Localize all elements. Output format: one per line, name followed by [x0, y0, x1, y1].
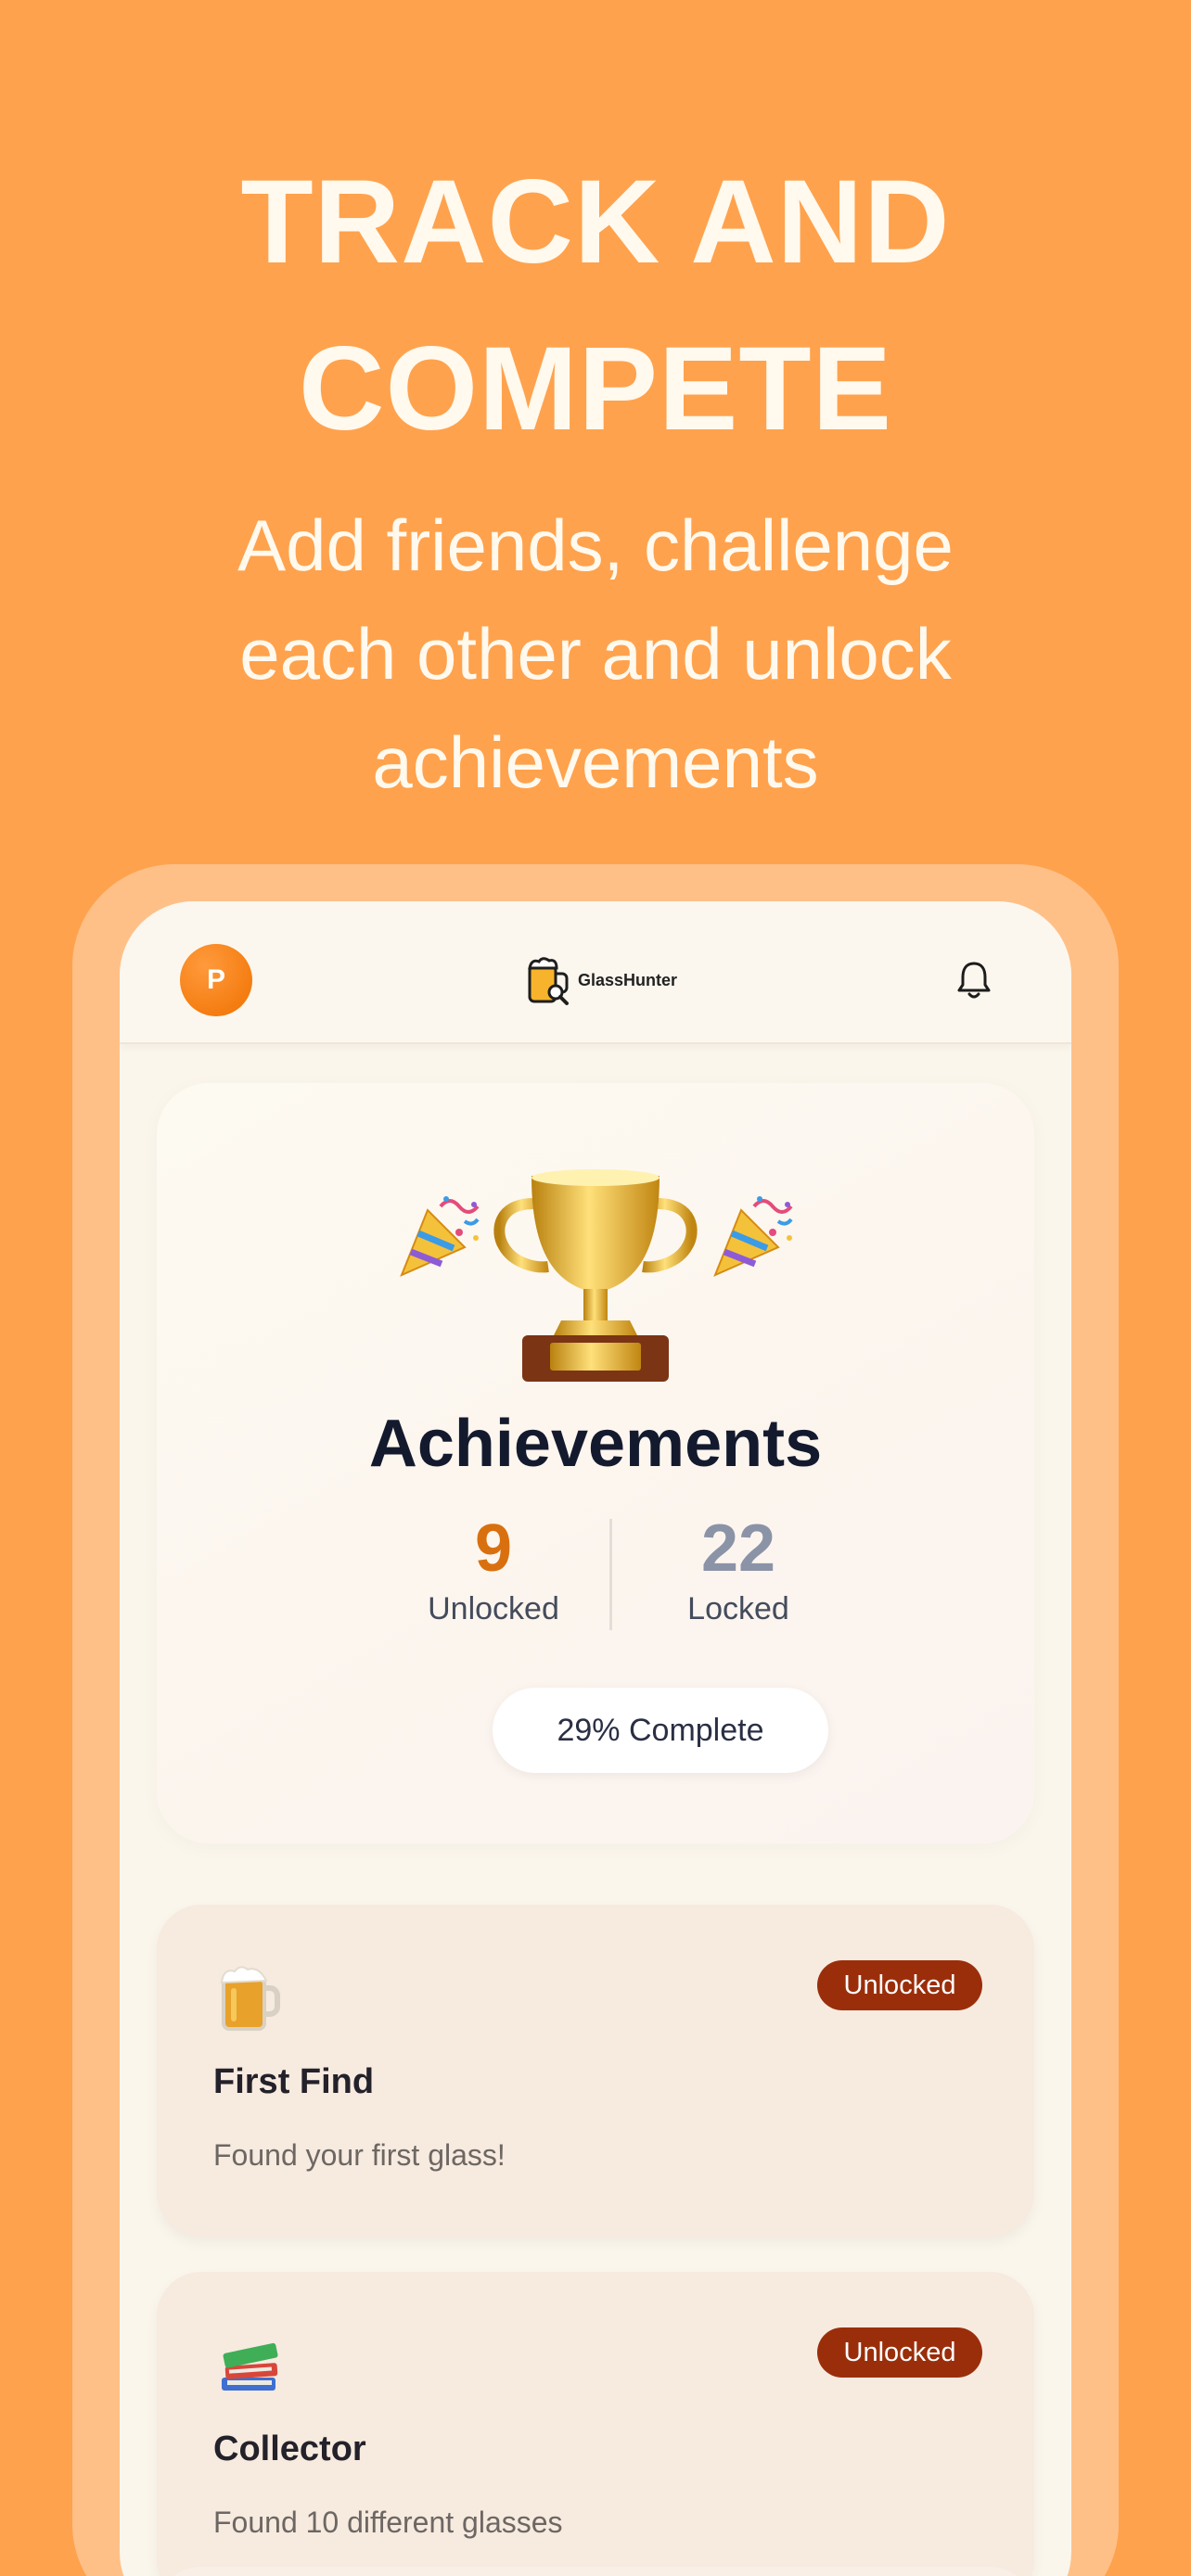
- app-logo: GlassHunter: [524, 953, 677, 1007]
- stats-divider: [609, 1519, 612, 1630]
- achievement-title: First Find: [213, 2062, 375, 2101]
- avatar-initial: P: [206, 964, 225, 995]
- bell-icon[interactable]: [954, 959, 993, 1001]
- top-app-bar: P GlassHunter: [120, 901, 1071, 1044]
- app-screen: P GlassHunter Achievements 9 Unlocked 22…: [120, 901, 1071, 2576]
- subline-line-2: each other and unlock: [239, 613, 952, 695]
- status-badge: Unlocked: [817, 2327, 982, 2378]
- trophy-icon: [493, 1169, 698, 1382]
- locked-label: Locked: [687, 1591, 789, 1626]
- party-popper-icon: [400, 1196, 480, 1277]
- subline-line-1: Add friends, challenge: [237, 504, 954, 586]
- promo-subline: Add friends, challenge each other and un…: [0, 491, 1191, 817]
- beer-glass-logo-icon: [528, 957, 569, 1005]
- achievement-description: Found 10 different glasses: [213, 2506, 563, 2539]
- promo-headline: TRACK AND COMPETE: [0, 139, 1191, 473]
- logo-text: GlassHunter: [578, 970, 678, 989]
- party-popper-icon: [713, 1196, 793, 1277]
- beer-mug-icon: [220, 1966, 280, 2031]
- locked-count: 22: [700, 1511, 776, 1586]
- unlocked-stat: 9 Unlocked: [391, 1510, 596, 1627]
- status-badge: Unlocked: [817, 1960, 982, 2010]
- headline-line-1: TRACK AND: [240, 156, 951, 288]
- achievement-title: Collector: [213, 2429, 366, 2468]
- achievement-stats: 9 Unlocked 22 Locked: [157, 1510, 1034, 1630]
- avatar[interactable]: P: [180, 944, 252, 1016]
- unlocked-label: Unlocked: [428, 1591, 559, 1626]
- promo-page: TRACK AND COMPETE Add friends, challenge…: [0, 0, 1191, 2576]
- achievement-description: Found your first glass!: [213, 2138, 506, 2172]
- locked-stat: 22 Locked: [636, 1510, 840, 1627]
- subline-line-3: achievements: [372, 721, 819, 803]
- headline-line-2: COMPETE: [299, 323, 892, 455]
- completion-pill: 29% Complete: [493, 1688, 828, 1773]
- achievement-card[interactable]: Unlocked First Find Found your first gla…: [157, 1905, 1034, 2237]
- books-icon: [222, 2342, 278, 2391]
- achievement-card-partial[interactable]: [157, 2567, 1034, 2576]
- celebration-graphic: [157, 1157, 1034, 1389]
- achievements-summary-card: Achievements 9 Unlocked 22 Locked 29% Co…: [157, 1083, 1034, 1843]
- achievement-card[interactable]: Unlocked Collector Found 10 different gl…: [157, 2272, 1034, 2576]
- achievements-title: Achievements: [368, 1407, 823, 1481]
- unlocked-count: 9: [474, 1511, 513, 1586]
